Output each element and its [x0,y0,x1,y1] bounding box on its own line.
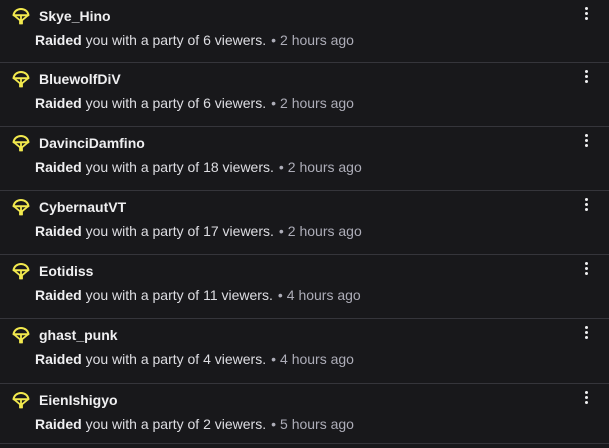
separator-dot: • [278,223,284,239]
activity-action: Raided [35,416,82,432]
activity-item: Eotidiss Raided you with a party of 11 v… [0,255,609,319]
more-options-icon[interactable] [581,390,591,408]
activity-action: Raided [35,351,82,367]
activity-message: Raided you with a party of 18 viewers. • 2… [35,158,362,176]
activity-action: Raided [35,32,82,48]
activity-item: ghast_punk Raided you with a party of 4 … [0,319,609,384]
raider-username[interactable]: Eotidiss [39,262,93,280]
raid-parachute-icon [11,391,31,411]
activity-item: DavinciDamfino Raided you with a party o… [0,127,609,191]
raider-username[interactable]: ghast_punk [39,326,118,344]
separator-dot: • [277,287,283,303]
activity-timestamp: 2 hours ago [280,32,354,48]
activity-timestamp: 2 hours ago [287,159,362,175]
raid-parachute-icon [11,7,31,27]
activity-message: Raided you with a party of 6 viewers. • 2 … [35,94,354,112]
activity-detail: you with a party of 17 viewers. [85,223,274,239]
activity-feed: Skye_Hino Raided you with a party of 6 v… [0,0,609,444]
more-options-icon[interactable] [581,69,591,87]
activity-timestamp: 2 hours ago [287,223,362,239]
raid-parachute-icon [11,326,31,346]
raider-username[interactable]: BluewolfDiV [39,70,121,88]
activity-timestamp: 4 hours ago [286,287,361,303]
activity-detail: you with a party of 11 viewers. [85,287,273,303]
separator-dot: • [271,351,277,367]
more-options-icon[interactable] [581,261,591,279]
activity-timestamp: 4 hours ago [280,351,354,367]
activity-message: Raided you with a party of 4 viewers. • 4 … [35,350,354,368]
activity-item: BluewolfDiV Raided you with a party of 6… [0,63,609,127]
activity-detail: you with a party of 6 viewers. [85,95,267,111]
activity-item: Skye_Hino Raided you with a party of 6 v… [0,0,609,63]
separator-dot: • [271,32,277,48]
raid-parachute-icon [11,198,31,218]
activity-action: Raided [35,95,82,111]
activity-detail: you with a party of 2 viewers. [85,416,267,432]
activity-item: CybernautVT Raided you with a party of 1… [0,191,609,255]
raid-parachute-icon [11,134,31,154]
raid-parachute-icon [11,262,31,282]
activity-action: Raided [35,287,82,303]
activity-detail: you with a party of 4 viewers. [85,351,267,367]
raider-username[interactable]: DavinciDamfino [39,134,145,152]
activity-detail: you with a party of 6 viewers. [85,32,267,48]
activity-message: Raided you with a party of 6 viewers. • 2 … [35,31,354,49]
more-options-icon[interactable] [581,133,591,151]
activity-message: Raided you with a party of 2 viewers. • 5 … [35,415,354,433]
more-options-icon[interactable] [581,325,591,343]
activity-message: Raided you with a party of 11 viewers. • 4… [35,286,361,304]
separator-dot: • [271,416,277,432]
more-options-icon[interactable] [581,197,591,215]
raid-parachute-icon [11,70,31,90]
activity-message: Raided you with a party of 17 viewers. • 2… [35,222,362,240]
activity-action: Raided [35,159,82,175]
raider-username[interactable]: Skye_Hino [39,7,111,25]
separator-dot: • [271,95,277,111]
raider-username[interactable]: EienIshigyo [39,391,118,409]
separator-dot: • [278,159,284,175]
activity-item: EienIshigyo Raided you with a party of 2… [0,384,609,448]
activity-timestamp: 5 hours ago [280,416,354,432]
raider-username[interactable]: CybernautVT [39,198,126,216]
activity-timestamp: 2 hours ago [280,95,354,111]
activity-detail: you with a party of 18 viewers. [85,159,274,175]
more-options-icon[interactable] [581,6,591,24]
activity-action: Raided [35,223,82,239]
